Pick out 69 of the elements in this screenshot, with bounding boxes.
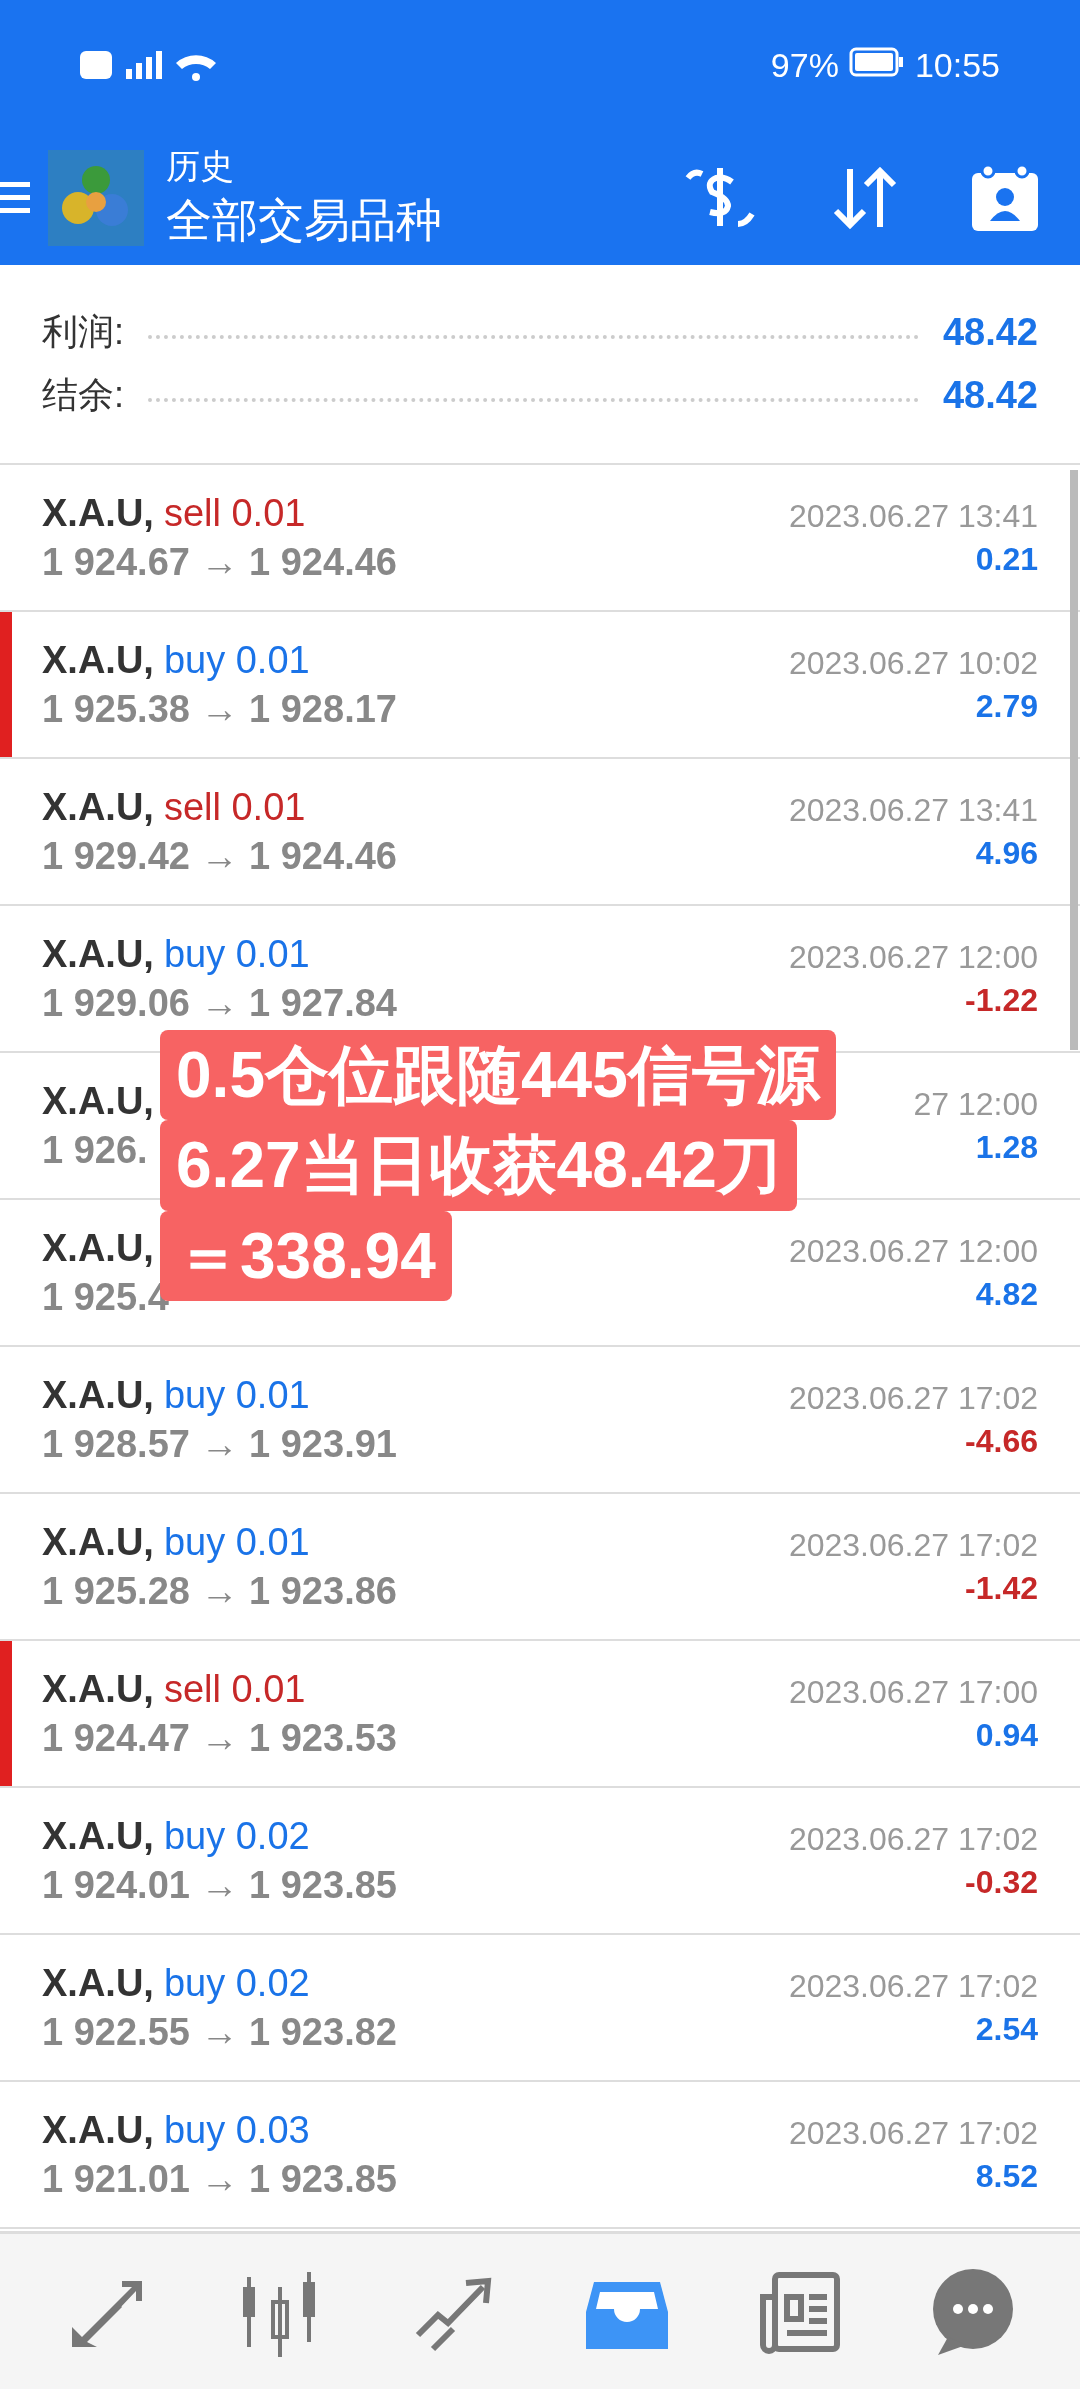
trade-side: buy 0.01: [163, 1373, 310, 1417]
trade-prices: 1 925.38 → 1 928.17: [42, 687, 397, 731]
trade-symbol: X.A.U,: [42, 638, 154, 682]
summary-value: 48.42: [942, 311, 1038, 354]
trade-symbol: X.A.U,: [42, 1961, 154, 2005]
trade-symbol: X.A.U,: [42, 932, 154, 976]
trade-time: 2023.06.27 13:41: [788, 497, 1038, 535]
trade-symbol: X.A.U,: [42, 1226, 154, 1270]
trade-prices: 1 929.06 → 1 927.84: [42, 981, 397, 1025]
trade-time: 2023.06.27 17:02: [788, 1526, 1038, 1564]
caption-overlay-tooltip: 0.5仓位跟随445信号源: [160, 1030, 836, 1121]
trade-profit: 2.79: [975, 687, 1038, 725]
trade-time: 2023.06.27 17:02: [788, 1820, 1038, 1858]
trade-prices: 1 925.28 → 1 923.86: [42, 1569, 397, 1613]
trade-time: 2023.06.27 17:02: [788, 1967, 1038, 2005]
trade-profit: 4.82: [975, 1275, 1038, 1313]
trade-profit: 4.96: [975, 834, 1038, 872]
trade-symbol: X.A.U,: [42, 1667, 154, 1711]
trade-time: 2023.06.27 17:02: [788, 1379, 1038, 1417]
trade-profit: -1.22: [965, 981, 1038, 1019]
trade-prices: 1 929.42 → 1 924.46: [42, 834, 397, 878]
trade-side: buy 0.01: [163, 638, 310, 682]
summary-value: 48.42: [942, 374, 1038, 417]
trade-time: 2023.06.27 17:02: [788, 2114, 1038, 2152]
trade-time: 27 12:00: [913, 1085, 1038, 1123]
trade-profit: 0.94: [975, 1716, 1038, 1754]
trade-prices: 1 924.67 → 1 924.46: [42, 540, 397, 584]
trade-symbol: X.A.U,: [42, 1814, 154, 1858]
trade-time: 2023.06.27 13:41: [788, 791, 1038, 829]
battery-percent: 97%: [770, 45, 839, 85]
trade-symbol: X.A.U,: [42, 785, 154, 829]
trade-profit: 0.21: [975, 540, 1038, 578]
trade-profit: 1.28: [975, 1128, 1038, 1166]
trade-profit: -4.66: [965, 1422, 1038, 1460]
trade-time: 2023.06.27 12:00: [788, 938, 1038, 976]
trade-prices: 1 924.01 → 1 923.85: [42, 1863, 397, 1907]
caption-overlay-tooltip: 6.27当日收获48.42刀: [160, 1120, 797, 1211]
trade-symbol: X.A.U,: [42, 491, 154, 535]
trade-profit: -1.42: [965, 1569, 1038, 1607]
summary-label: 结余:: [42, 373, 124, 417]
trade-symbol: X.A.U,: [42, 1373, 154, 1417]
trade-profit: 8.52: [975, 2157, 1038, 2195]
trade-profit: 2.54: [975, 2010, 1038, 2048]
trade-side: sell 0.01: [163, 1667, 306, 1711]
clock: 10:55: [914, 45, 1000, 85]
app-logo-icon: [48, 149, 144, 246]
trade-prices: 1 928.57 → 1 923.91: [42, 1422, 397, 1466]
trade-symbol: X.A.U,: [42, 2108, 154, 2152]
trade-prices: 1 926.: [42, 1128, 148, 1172]
trade-prices: 1 922.55 → 1 923.82: [42, 2010, 397, 2054]
trade-side: sell 0.01: [163, 491, 306, 535]
trade-prices: 1 921.01 → 1 923.85: [42, 2157, 397, 2201]
trade-prices: 1 924.47 → 1 923.53: [42, 1716, 397, 1760]
trade-side: buy 0.02: [163, 1814, 310, 1858]
trade-profit: -0.32: [965, 1863, 1038, 1901]
screen-title: 历史: [166, 145, 235, 187]
trade-time: 2023.06.27 10:02: [788, 644, 1038, 682]
trade-side: buy 0.02: [163, 1961, 310, 2005]
battery-icon: [848, 46, 905, 77]
trade-side: buy 0.01: [163, 1520, 310, 1564]
symbol-filter[interactable]: 全部交易品种: [166, 189, 680, 252]
summary-label: 利润:: [42, 310, 124, 354]
trade-side: buy 0.01: [163, 932, 310, 976]
trade-side: sell 0.01: [163, 785, 306, 829]
trade-time: 2023.06.27 12:00: [788, 1232, 1038, 1270]
trade-time: 2023.06.27 17:00: [788, 1673, 1038, 1711]
trade-side: buy 0.03: [163, 2108, 310, 2152]
trade-symbol: X.A.U,: [42, 1520, 154, 1564]
trade-symbol: X.A.U,: [42, 1079, 154, 1123]
